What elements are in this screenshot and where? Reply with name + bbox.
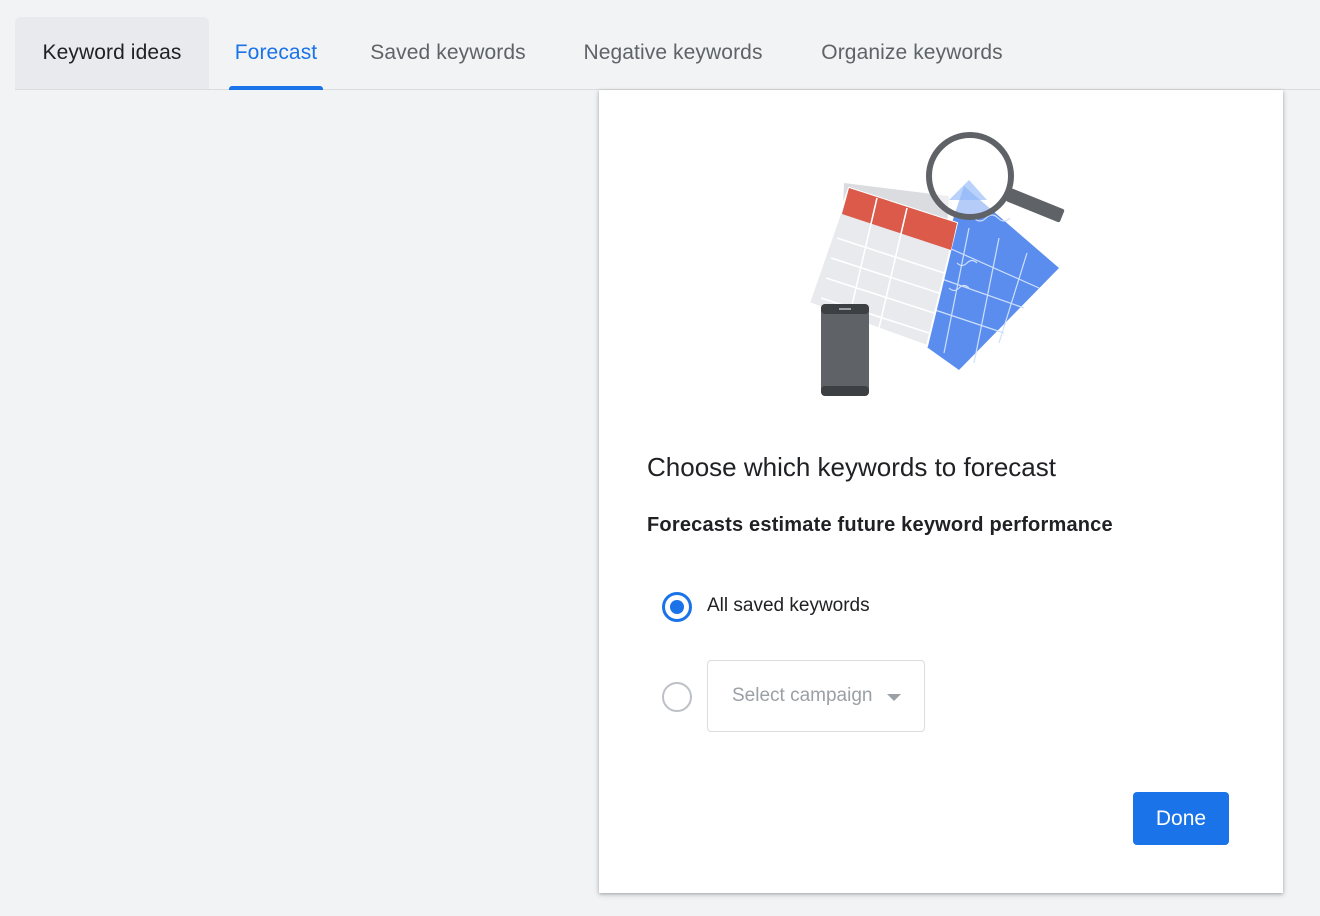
tab-label: Saved keywords	[370, 41, 526, 64]
tab-label: Forecast	[234, 41, 318, 64]
tab-saved-keywords[interactable]: Saved keywords	[362, 17, 534, 89]
forecast-illustration-icon	[807, 132, 1065, 396]
active-tab-indicator	[229, 86, 323, 90]
phone	[821, 304, 869, 396]
tab-organize-keywords[interactable]: Organize keywords	[812, 17, 1012, 89]
radio-dot	[670, 600, 684, 614]
radio-all-saved-keywords[interactable]	[662, 592, 692, 622]
radio-label-all-saved-keywords: All saved keywords	[707, 595, 870, 616]
panel-subheading: Forecasts estimate future keyword perfor…	[647, 514, 1113, 536]
campaign-select[interactable]: Select campaign	[707, 660, 925, 732]
panel-heading: Choose which keywords to forecast	[647, 452, 1056, 482]
tab-forecast[interactable]: Forecast	[225, 17, 327, 90]
done-button[interactable]: Done	[1133, 792, 1229, 845]
magnifier	[926, 132, 1065, 223]
tab-label: Organize keywords	[821, 41, 1003, 64]
tab-keyword-ideas[interactable]: Keyword ideas	[15, 17, 209, 89]
tab-label: Keyword ideas	[42, 41, 182, 64]
tab-negative-keywords[interactable]: Negative keywords	[572, 17, 774, 89]
forecast-panel: Choose which keywords to forecast Foreca…	[599, 90, 1283, 893]
tab-label: Negative keywords	[583, 41, 763, 64]
radio-select-campaign[interactable]	[662, 682, 692, 712]
tab-bar: Keyword ideas Forecast Saved keywords Ne…	[15, 17, 1320, 90]
chevron-down-icon	[887, 694, 901, 701]
campaign-select-placeholder: Select campaign	[732, 685, 873, 706]
